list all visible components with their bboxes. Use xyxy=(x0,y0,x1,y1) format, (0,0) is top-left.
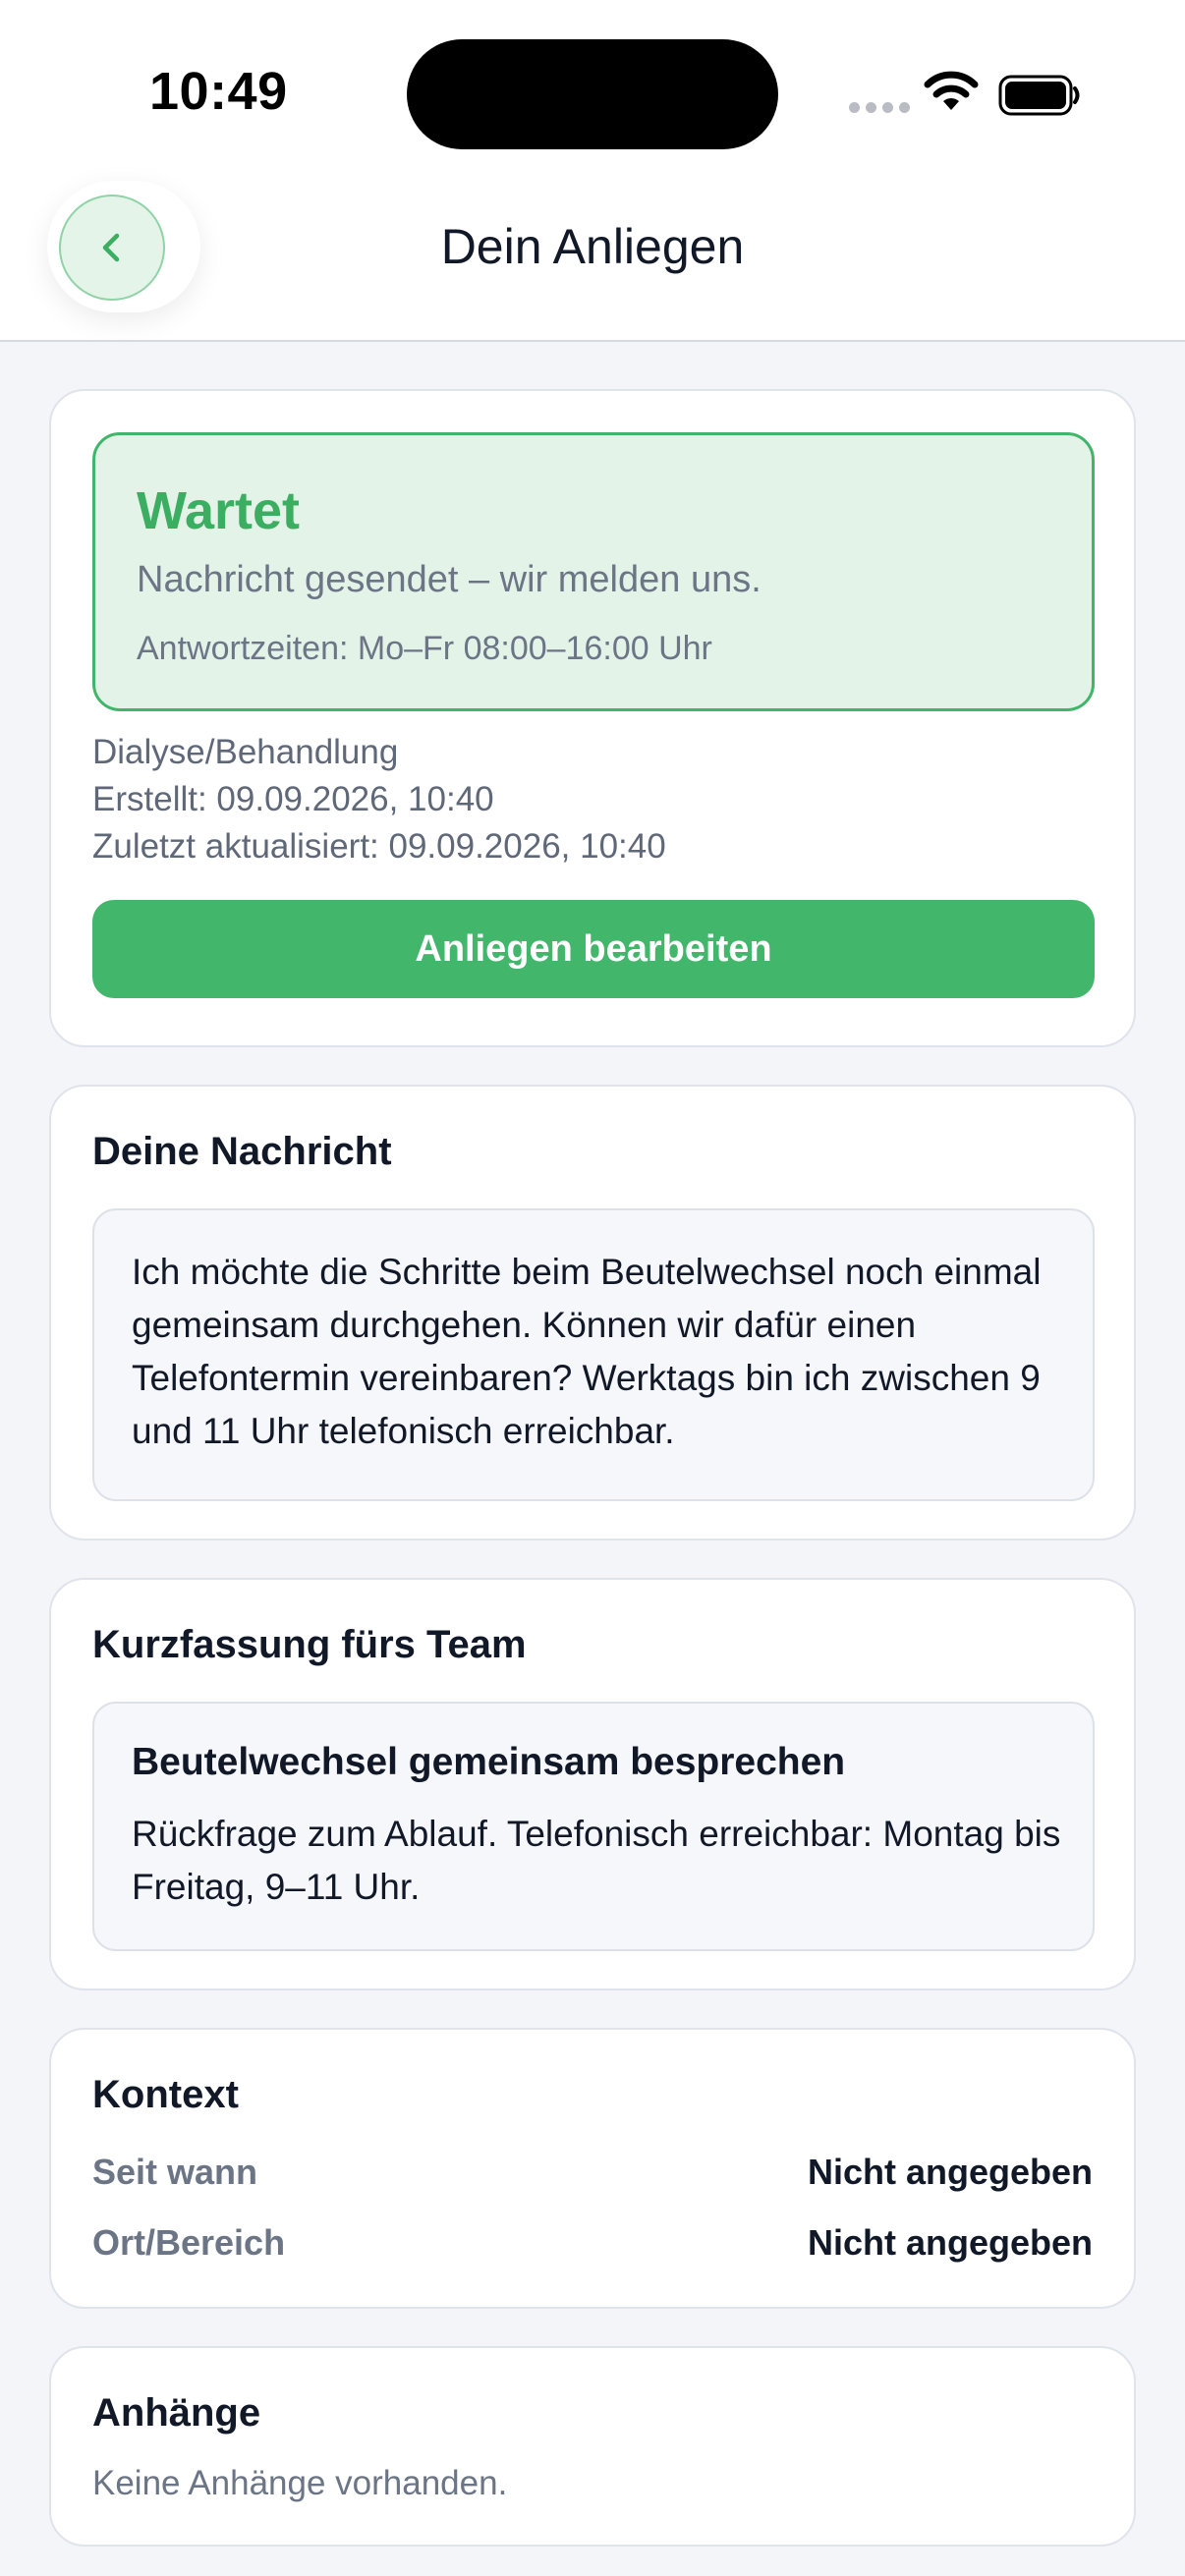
message-box: Ich möchte die Schritte beim Beutelwechs… xyxy=(92,1208,1095,1501)
message-text: Ich möchte die Schritte beim Beutelwechs… xyxy=(132,1252,1042,1451)
summary-heading: Beutelwechsel gemeinsam besprechen xyxy=(132,1741,846,1783)
dynamic-island xyxy=(407,39,778,149)
context-label-location: Ort/Bereich xyxy=(92,2222,286,2263)
cellular-signal-icon xyxy=(849,102,910,113)
summary-card-title: Kurzfassung fürs Team xyxy=(92,1623,527,1666)
context-card: Kontext Seit wann Nicht angegeben Ort/Be… xyxy=(49,2028,1136,2309)
status-time: 10:49 xyxy=(149,62,288,121)
status-message: Nachricht gesendet – wir melden uns. xyxy=(137,559,762,600)
message-card: Deine Nachricht Ich möchte die Schritte … xyxy=(49,1085,1136,1540)
attachments-card-title: Anhänge xyxy=(92,2391,261,2435)
wifi-icon xyxy=(924,71,979,110)
page-title: Dein Anliegen xyxy=(440,219,745,274)
battery-icon xyxy=(998,75,1080,116)
message-card-title: Deine Nachricht xyxy=(92,1130,392,1173)
attachments-card: Anhänge Keine Anhänge vorhanden. xyxy=(49,2346,1136,2547)
context-value-since: Nicht angegeben xyxy=(807,2152,1093,2192)
summary-box: Beutelwechsel gemeinsam besprechen Rückf… xyxy=(92,1702,1095,1951)
top-bar: 10:49 Dein Anliegen xyxy=(0,0,1185,342)
screen: 10:49 Dein Anliegen Wartet Nachricht ges… xyxy=(0,0,1185,2576)
summary-card: Kurzfassung fürs Team Beutelwechsel geme… xyxy=(49,1578,1136,1990)
edit-request-button[interactable]: Anliegen bearbeiten xyxy=(92,900,1095,998)
status-box: Wartet Nachricht gesendet – wir melden u… xyxy=(92,432,1095,711)
context-label-since: Seit wann xyxy=(92,2152,258,2192)
attachments-empty-note: Keine Anhänge vorhanden. xyxy=(92,2464,508,2502)
status-card: Wartet Nachricht gesendet – wir melden u… xyxy=(49,389,1136,1047)
category-label: Dialyse/Behandlung xyxy=(92,733,399,771)
summary-text: Rückfrage zum Ablauf. Telefonisch erreic… xyxy=(132,1814,1061,1907)
context-value-location: Nicht angegeben xyxy=(807,2222,1093,2263)
response-hours: Antwortzeiten: Mo–Fr 08:00–16:00 Uhr xyxy=(137,630,712,667)
created-date: Erstellt: 09.09.2026, 10:40 xyxy=(92,780,494,818)
updated-date: Zuletzt aktualisiert: 09.09.2026, 10:40 xyxy=(92,827,666,866)
status-label: Wartet xyxy=(137,481,301,540)
context-card-title: Kontext xyxy=(92,2073,239,2116)
